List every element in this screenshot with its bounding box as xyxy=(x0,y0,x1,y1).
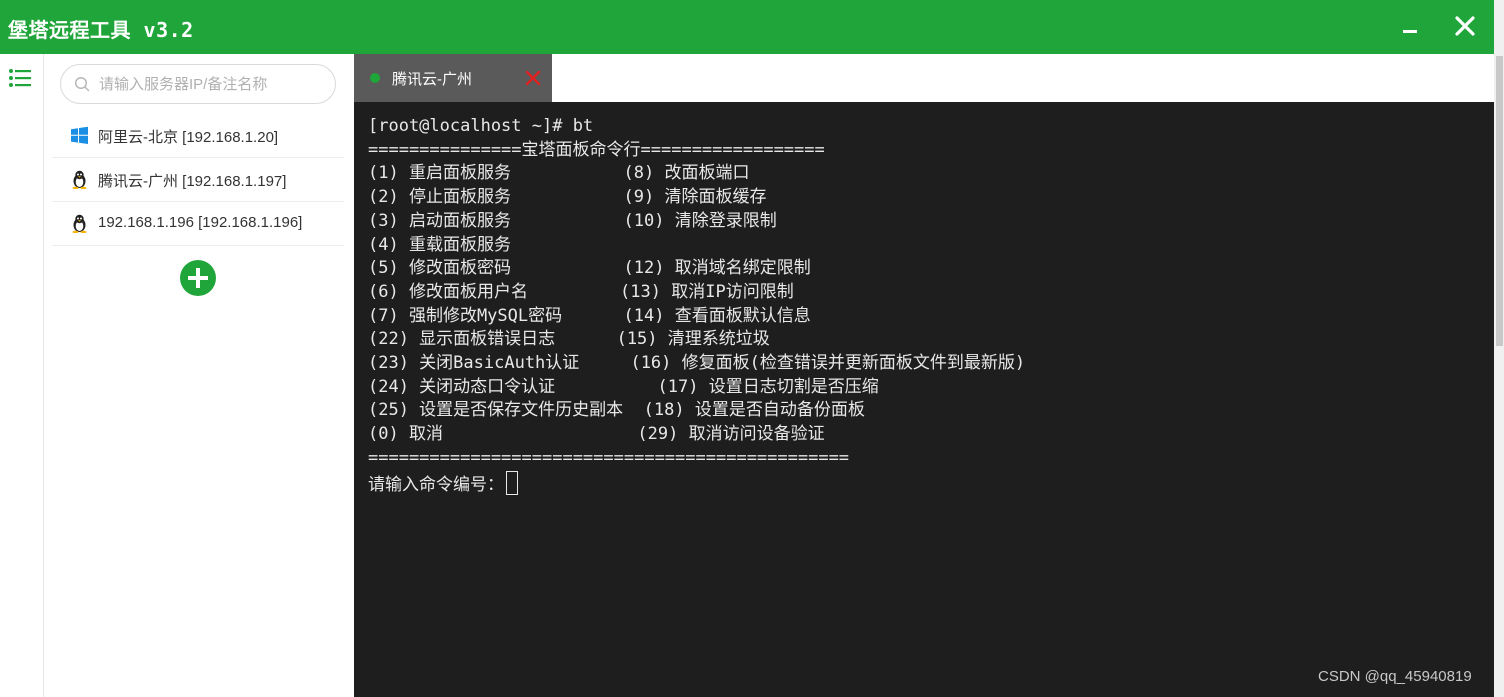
tab-label: 腾讯云-广州 xyxy=(392,71,472,88)
terminal-prompt: 请输入命令编号： xyxy=(368,475,504,495)
watermark: CSDN @qq_45940819 xyxy=(1318,668,1472,685)
terminal-output: [root@localhost ~]# bt ===============宝塔… xyxy=(368,115,1025,471)
terminal-line: (2) 停止面板服务 (9) 清除面板缓存 xyxy=(368,187,767,208)
terminal-line: ========================================… xyxy=(368,447,850,468)
server-label: 阿里云-北京 [192.168.1.20] xyxy=(98,129,279,146)
server-list: 阿里云-北京 [192.168.1.20] 腾讯云-广州 [192.168.1.… xyxy=(52,114,344,246)
tab-tencent-guangzhou[interactable]: 腾讯云-广州 xyxy=(354,54,552,102)
terminal-line: ===============宝塔面板命令行================== xyxy=(368,139,825,160)
linux-penguin-icon xyxy=(72,170,87,189)
terminal-line: (0) 取消 (29) 取消访问设备验证 xyxy=(368,424,825,445)
server-label: 腾讯云-广州 [192.168.1.197] xyxy=(98,173,287,190)
server-label: 192.168.1.196 [192.168.1.196] xyxy=(98,214,303,231)
minimize-button[interactable] xyxy=(1393,10,1427,44)
list-menu-icon xyxy=(9,69,31,87)
terminal-line: (22) 显示面板错误日志 (15) 清理系统垃圾 xyxy=(368,329,770,350)
terminal-line: (24) 关闭动态口令认证 (17) 设置日志切割是否压缩 xyxy=(368,376,879,397)
terminal-line: (1) 重启面板服务 (8) 改面板端口 xyxy=(368,163,750,184)
scrollbar-thumb[interactable] xyxy=(1496,56,1503,346)
terminal-line: [root@localhost ~]# bt xyxy=(368,116,594,136)
server-sidebar: 阿里云-北京 [192.168.1.20] 腾讯云-广州 [192.168.1.… xyxy=(44,54,354,697)
terminal-line: (5) 修改面板密码 (12) 取消域名绑定限制 xyxy=(368,258,811,279)
search-icon xyxy=(74,76,90,92)
search-box xyxy=(60,64,336,104)
terminal-cursor xyxy=(506,470,518,495)
add-server-button[interactable] xyxy=(180,260,216,296)
left-icon-strip xyxy=(0,54,44,697)
server-item-192-168-1-196[interactable]: 192.168.1.196 [192.168.1.196] xyxy=(52,202,344,246)
windows-icon xyxy=(71,126,88,144)
terminal-area[interactable]: [root@localhost ~]# bt ===============宝塔… xyxy=(354,102,1494,697)
search-input[interactable] xyxy=(97,72,327,96)
window-title: 堡塔远程工具 v3.2 xyxy=(8,18,194,42)
server-list-menu-button[interactable] xyxy=(8,67,32,89)
linux-penguin-icon xyxy=(72,214,87,233)
minimize-icon xyxy=(1403,30,1417,33)
terminal-line: (23) 关闭BasicAuth认证 (16) 修复面板(检查错误并更新面板文件… xyxy=(368,353,1026,374)
close-window-button[interactable] xyxy=(1448,10,1482,44)
close-icon xyxy=(1455,16,1475,36)
session-tab-bar: 腾讯云-广州 xyxy=(354,54,1494,102)
server-item-tencent-guangzhou[interactable]: 腾讯云-广州 [192.168.1.197] xyxy=(52,158,344,202)
title-bar: 堡塔远程工具 v3.2 xyxy=(0,0,1494,54)
terminal-prompt-row[interactable]: 请输入命令编号： xyxy=(368,470,518,496)
terminal-line: (6) 修改面板用户名 (13) 取消IP访问限制 xyxy=(368,281,794,302)
connected-status-dot xyxy=(370,73,380,83)
server-item-aliyun-beijing[interactable]: 阿里云-北京 [192.168.1.20] xyxy=(52,114,344,158)
terminal-line: (7) 强制修改MySQL密码 (14) 查看面板默认信息 xyxy=(368,305,811,326)
terminal-line: (25) 设置是否保存文件历史副本 (18) 设置是否自动备份面板 xyxy=(368,400,865,421)
terminal-line: (4) 重载面板服务 xyxy=(368,234,511,255)
close-tab-icon[interactable] xyxy=(524,69,542,87)
terminal-line: (3) 启动面板服务 (10) 清除登录限制 xyxy=(368,210,777,231)
